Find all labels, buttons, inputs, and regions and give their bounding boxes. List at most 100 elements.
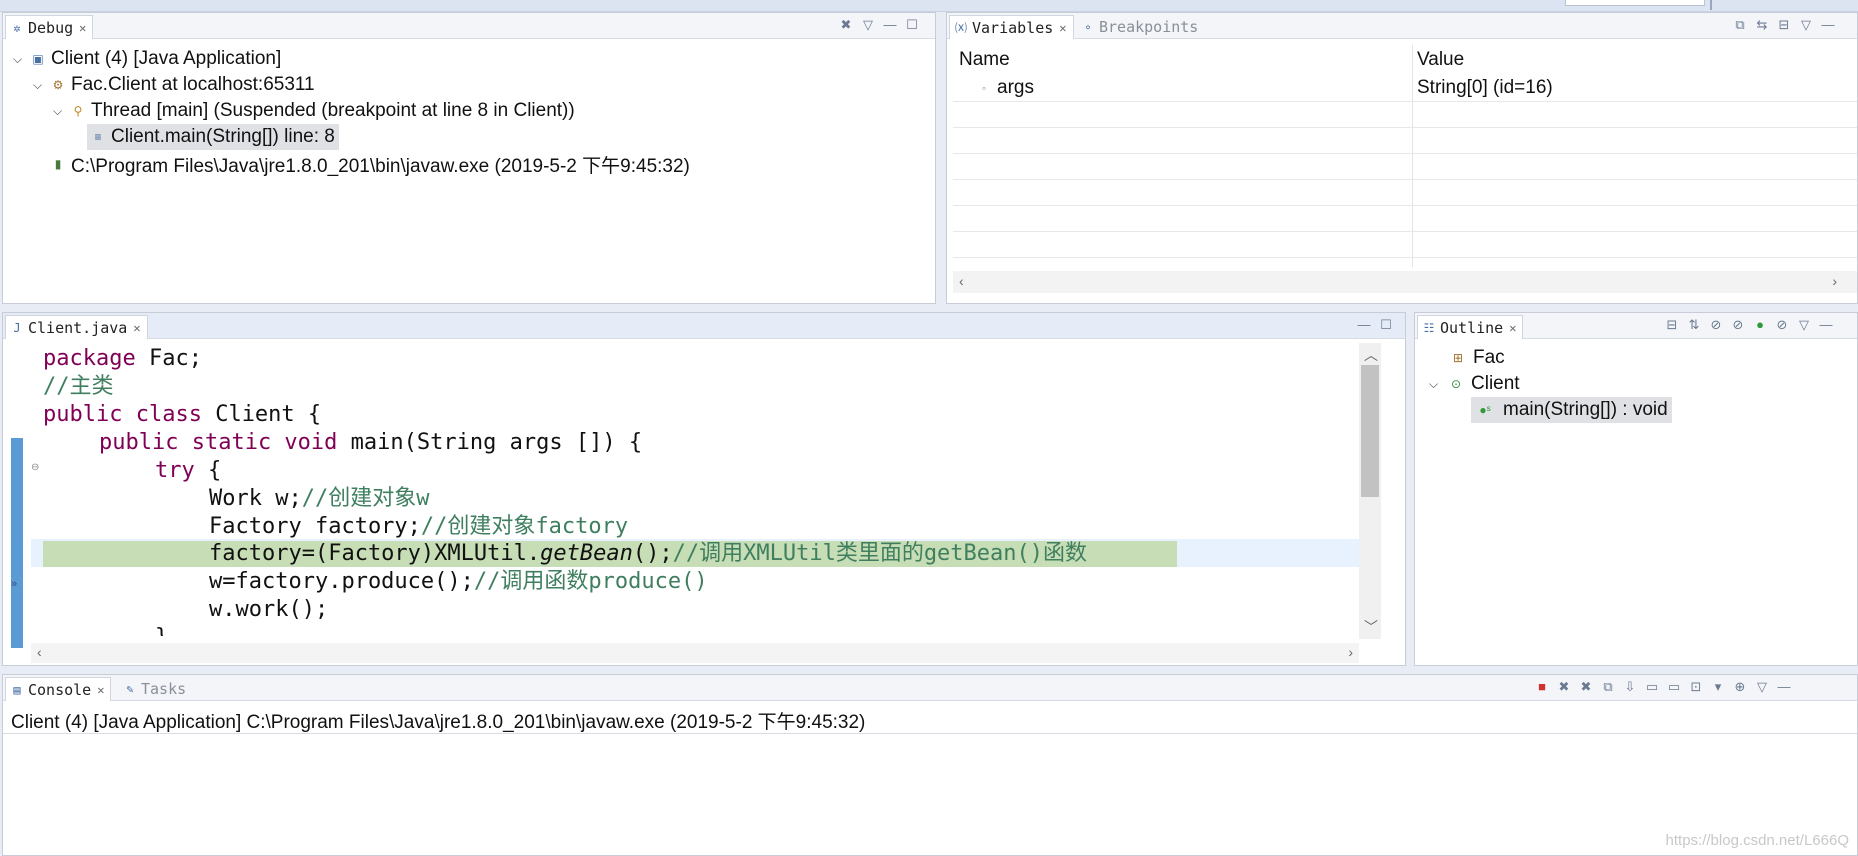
row-divider — [953, 101, 1857, 102]
row-divider — [953, 231, 1857, 232]
tab-debug[interactable]: ✲ Debug ✕ — [5, 15, 94, 39]
chevron-down-icon[interactable]: ⌵ — [13, 52, 25, 67]
instruction-pointer-icon: » — [11, 578, 18, 590]
tree-item-process[interactable]: ▮ C:\Program Files\Java\jre1.8.0_201\bin… — [51, 151, 690, 177]
scroll-left-icon[interactable]: ‹ — [37, 644, 42, 660]
column-header-name[interactable]: Name — [959, 49, 1010, 71]
pin-console-icon[interactable]: ⊡ — [1689, 679, 1703, 695]
tree-item-stack-frame[interactable]: ≡ Client.main(String[]) line: 8 — [87, 124, 339, 150]
fold-icon[interactable]: ⊖ — [31, 462, 39, 473]
close-icon[interactable]: ✕ — [79, 21, 86, 35]
code-line-9[interactable]: w=factory.produce();//调用函数produce() — [209, 568, 708, 596]
clear-console-icon[interactable]: ⧉ — [1601, 679, 1615, 695]
chevron-down-icon[interactable]: ⌵ — [33, 78, 45, 93]
maximize-icon[interactable]: ☐ — [1379, 317, 1393, 333]
variable-value[interactable]: String[0] (id=16) — [1417, 75, 1553, 101]
code-line-6[interactable]: Work w;//创建对象w — [209, 485, 429, 513]
chevron-down-icon[interactable]: ⌵ — [53, 104, 65, 119]
code-line-5[interactable]: try { — [155, 457, 221, 485]
close-icon[interactable]: ✕ — [97, 683, 104, 697]
scroll-thumb[interactable] — [1361, 365, 1379, 497]
remove-all-terminated-icon[interactable]: ✖ — [1579, 679, 1593, 695]
keyword: public static void — [99, 430, 338, 455]
tree-item-label: Thread [main] (Suspended (breakpoint at … — [91, 100, 575, 121]
tab-client-java[interactable]: J Client.java ✕ — [5, 315, 148, 339]
scroll-right-icon[interactable]: › — [1348, 644, 1353, 660]
code-line-1[interactable]: package Fac; — [43, 345, 202, 373]
horizontal-scrollbar[interactable]: ‹ › — [953, 271, 1857, 293]
hide-fields-icon[interactable]: ⊘ — [1709, 317, 1723, 333]
remove-terminated-icon[interactable]: ✖ — [839, 17, 853, 33]
tab-outline[interactable]: ☷ Outline ✕ — [1417, 315, 1524, 339]
vertical-scrollbar[interactable]: ︿ ﹀ — [1359, 343, 1381, 639]
code-text: } — [155, 625, 168, 636]
horizontal-scrollbar[interactable]: ‹ › — [31, 643, 1359, 663]
close-icon[interactable]: ✕ — [1059, 21, 1066, 35]
show-on-stderr-icon[interactable]: ▭ — [1667, 679, 1681, 695]
view-menu-icon[interactable]: ▽ — [1797, 317, 1811, 333]
show-on-stdout-icon[interactable]: ▭ — [1645, 679, 1659, 695]
open-console-icon[interactable]: ⊕ — [1733, 679, 1747, 695]
outline-item-label: Client — [1471, 373, 1520, 394]
tab-variables-label: Variables — [972, 18, 1054, 37]
terminate-icon[interactable]: ■ — [1535, 679, 1549, 695]
outline-item-label: Fac — [1473, 347, 1505, 368]
scroll-up-icon[interactable]: ︿ — [1364, 345, 1378, 365]
tab-console[interactable]: ▤ Console ✕ — [5, 677, 112, 701]
sort-icon[interactable]: ⇅ — [1687, 317, 1701, 333]
quick-access-field[interactable] — [1565, 0, 1705, 6]
hide-static-icon[interactable]: ⊘ — [1731, 317, 1745, 333]
minimize-icon[interactable]: — — [1821, 17, 1835, 33]
close-icon[interactable]: ✕ — [133, 321, 140, 335]
scroll-lock-icon[interactable]: ⇩ — [1623, 679, 1637, 695]
tree-item-launch[interactable]: ⌵ ▣ Client (4) [Java Application] — [13, 46, 281, 72]
collapse-all-icon[interactable]: ⊟ — [1665, 317, 1679, 333]
code-line-8[interactable]: factory=(Factory)XMLUtil.getBean();//调用X… — [209, 540, 1087, 568]
display-console-icon[interactable]: ▾ — [1711, 679, 1725, 695]
tree-item-vm[interactable]: ⌵ ⚙ Fac.Client at localhost:65311 — [33, 72, 315, 98]
tab-tasks[interactable]: ✎ Tasks — [119, 677, 192, 701]
scroll-right-icon[interactable]: › — [1832, 273, 1837, 289]
show-type-names-icon[interactable]: ⧉ — [1733, 17, 1747, 33]
column-header-value[interactable]: Value — [1417, 49, 1464, 71]
code-line-4[interactable]: public static void main(String args []) … — [99, 429, 642, 457]
code-line-10[interactable]: w.work(); — [209, 596, 328, 624]
show-logical-structure-icon[interactable]: ⇆ — [1755, 17, 1769, 33]
chevron-down-icon[interactable]: ⌵ — [1429, 377, 1441, 392]
view-menu-icon[interactable]: ▽ — [1755, 679, 1769, 695]
comment: //主类 — [43, 374, 114, 399]
outline-item-method[interactable]: ●ˢ main(String[]) : void — [1471, 397, 1672, 423]
console-view-toolbar: ■ ✖ ✖ ⧉ ⇩ ▭ ▭ ⊡ ▾ ⊕ ▽ — — [1535, 679, 1791, 695]
tree-item-thread[interactable]: ⌵ ⚲ Thread [main] (Suspended (breakpoint… — [53, 98, 575, 124]
outline-item-class[interactable]: ⌵ ⊙ Client — [1429, 371, 1520, 397]
view-menu-icon[interactable]: ▽ — [861, 17, 875, 33]
view-menu-icon[interactable]: ▽ — [1799, 17, 1813, 33]
close-icon[interactable]: ✕ — [1509, 321, 1516, 335]
code-line-2[interactable]: //主类 — [43, 373, 114, 401]
remove-launch-icon[interactable]: ✖ — [1557, 679, 1571, 695]
minimize-icon[interactable]: — — [1819, 317, 1833, 333]
table-row[interactable]: ◦ args — [977, 75, 1034, 101]
code-line-3[interactable]: public class Client { — [43, 401, 321, 429]
editor-gutter: ⊖ » — [3, 340, 39, 648]
editor-view-toolbar: — ☐ — [1357, 317, 1393, 333]
collapse-all-icon[interactable]: ⊟ — [1777, 17, 1791, 33]
code-line-7[interactable]: Factory factory;//创建对象factory — [209, 513, 628, 541]
minimize-icon[interactable]: — — [883, 17, 897, 33]
minimize-icon[interactable]: — — [1357, 317, 1371, 333]
tab-editor-label: Client.java — [28, 318, 128, 337]
tab-breakpoints[interactable]: ∘ Breakpoints — [1077, 15, 1204, 39]
scroll-down-icon[interactable]: ﹀ — [1364, 617, 1378, 637]
row-divider — [953, 179, 1857, 180]
tab-console-label: Console — [28, 680, 92, 699]
hide-local-types-icon[interactable]: ⊘ — [1775, 317, 1789, 333]
hide-non-public-icon[interactable]: ● — [1753, 317, 1767, 333]
tab-variables[interactable]: ⒳ Variables ✕ — [949, 15, 1074, 39]
scroll-left-icon[interactable]: ‹ — [959, 273, 964, 289]
code-line-11[interactable]: } — [155, 624, 168, 636]
outline-item-package[interactable]: ⊞ Fac — [1451, 345, 1505, 371]
maximize-icon[interactable]: ☐ — [905, 17, 919, 33]
minimize-icon[interactable]: — — [1777, 679, 1791, 695]
local-variable-icon: ◦ — [981, 81, 987, 95]
java-app-icon: ▣ — [32, 52, 44, 66]
